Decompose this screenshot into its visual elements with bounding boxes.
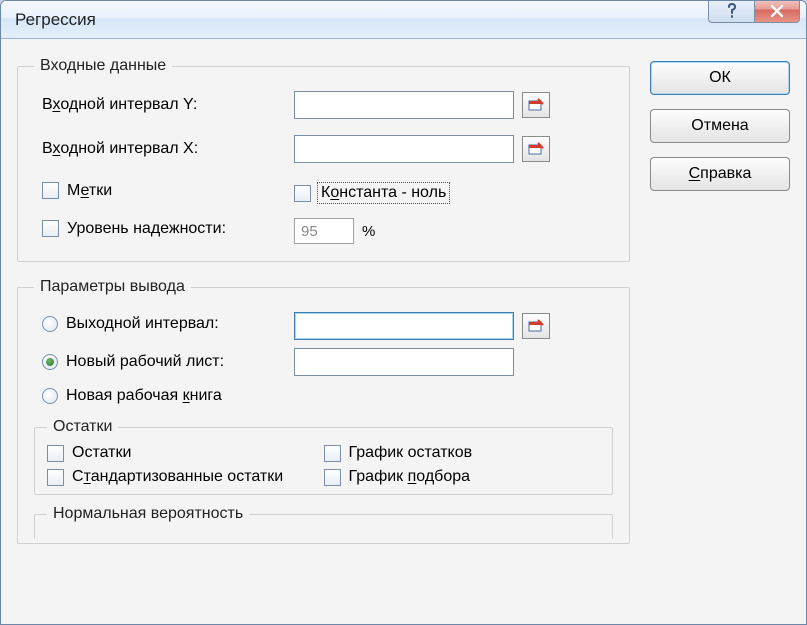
regression-dialog: Регрессия Входные данные Входной интерва… (0, 0, 807, 625)
confidence-level-checkbox[interactable]: Уровень надежности: (42, 220, 226, 238)
output-range-refpicker[interactable] (522, 313, 550, 339)
input-data-legend: Входные данные (34, 57, 172, 75)
range-picker-icon (528, 142, 544, 156)
range-picker-icon (528, 98, 544, 112)
output-options-group: Параметры вывода Выходной интервал: (17, 278, 630, 544)
constant-zero-checkbox[interactable]: Константа - ноль (294, 184, 448, 202)
client-area: Входные данные Входной интервал Y: (1, 39, 806, 624)
checkbox-icon (42, 220, 59, 237)
main-column: Входные данные Входной интервал Y: (17, 57, 630, 624)
residuals-legend: Остатки (47, 418, 118, 436)
range-picker-icon (528, 319, 544, 333)
line-fit-plots-checkbox[interactable]: График подбора (324, 468, 601, 486)
input-x-field[interactable] (294, 135, 514, 163)
radio-icon (42, 316, 58, 332)
new-worksheet-radio[interactable]: Новый рабочий лист: (42, 353, 224, 371)
normal-probability-group: Нормальная вероятность (34, 505, 613, 539)
cancel-button[interactable]: Отмена (650, 109, 790, 143)
standardized-residuals-checkbox[interactable]: Стандартизованные остатки (47, 468, 324, 486)
help-button[interactable] (708, 0, 754, 23)
radio-icon (42, 354, 58, 370)
input-x-refpicker[interactable] (522, 136, 550, 162)
input-y-refpicker[interactable] (522, 92, 550, 118)
new-workbook-radio[interactable]: Новая рабочая книга (42, 387, 222, 405)
close-button[interactable] (754, 0, 800, 23)
close-icon (770, 4, 784, 18)
ok-button[interactable]: ОК (650, 61, 790, 95)
new-worksheet-field[interactable] (294, 348, 514, 376)
percent-label: % (362, 223, 375, 240)
labels-checkbox[interactable]: Метки (42, 182, 112, 200)
window-title: Регрессия (15, 10, 96, 30)
input-y-label: Входной интервал Y: (34, 96, 294, 114)
checkbox-icon (47, 445, 64, 462)
titlebar: Регрессия (1, 1, 806, 39)
output-options-legend: Параметры вывода (34, 278, 191, 296)
output-range-label: Выходной интервал: (66, 315, 219, 333)
output-range-field[interactable] (294, 312, 514, 340)
input-x-label: Входной интервал X: (34, 140, 294, 158)
normal-probability-legend: Нормальная вероятность (47, 505, 249, 523)
checkbox-icon (294, 185, 311, 202)
checkbox-icon (324, 445, 341, 462)
output-range-radio[interactable]: Выходной интервал: (42, 315, 219, 333)
input-data-group: Входные данные Входной интервал Y: (17, 57, 630, 262)
residual-plots-label: График остатков (349, 444, 473, 462)
residuals-checkbox[interactable]: Остатки (47, 444, 324, 462)
checkbox-icon (47, 469, 64, 486)
confidence-level-label: Уровень надежности: (67, 220, 226, 238)
titlebar-controls (708, 0, 800, 23)
new-worksheet-label: Новый рабочий лист: (66, 353, 224, 371)
radio-icon (42, 388, 58, 404)
help-icon (725, 3, 739, 19)
input-y-field[interactable] (294, 91, 514, 119)
residual-plots-checkbox[interactable]: График остатков (324, 444, 601, 462)
side-buttons: ОК Отмена Справка (650, 57, 790, 624)
residuals-group: Остатки Остатки Стандартизованные остатк… (34, 418, 613, 495)
checkbox-icon (324, 469, 341, 486)
checkbox-icon (42, 182, 59, 199)
confidence-level-field[interactable] (294, 218, 354, 244)
help-button-side[interactable]: Справка (650, 157, 790, 191)
residuals-label: Остатки (72, 444, 131, 462)
